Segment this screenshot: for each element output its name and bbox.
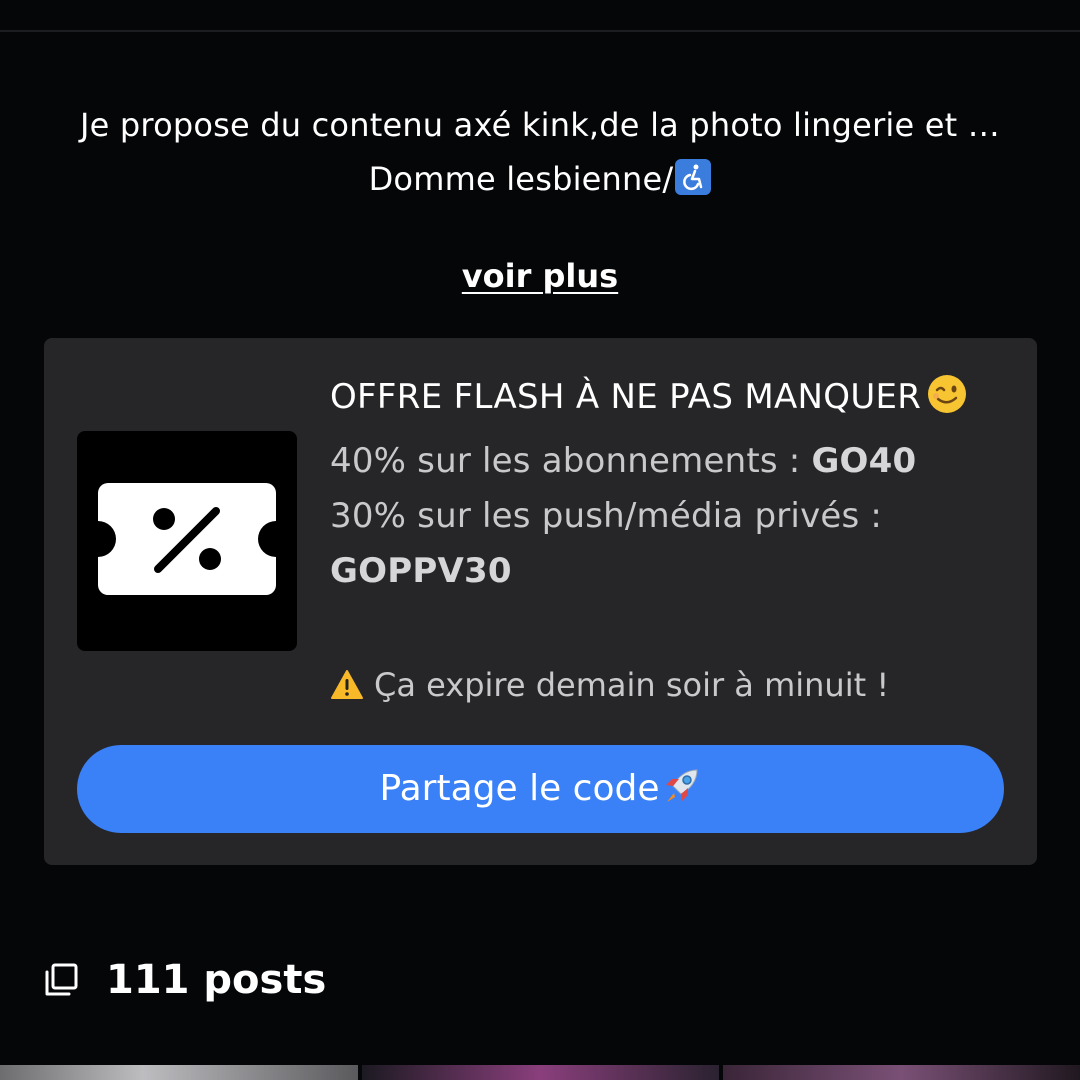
offer-1-text: 40% sur les abonnements : (330, 441, 812, 481)
winking-face-icon (927, 374, 967, 414)
bio-line-2: Domme lesbienne/ (20, 152, 1060, 206)
bio-line-2-text: Domme lesbienne/ (368, 160, 674, 198)
share-button-label: Partage le code (379, 768, 660, 809)
warning-text: Ça expire demain soir à minuit ! (374, 666, 890, 704)
share-code-button[interactable]: Partage le code (77, 745, 1004, 833)
profile-bio: Je propose du contenu axé kink,de la pho… (20, 98, 1060, 206)
top-divider (0, 30, 1080, 32)
promo-title-text: OFFRE FLASH À NE PAS MANQUER (330, 377, 922, 417)
posts-count: 111 posts (106, 957, 327, 1003)
posts-summary: 111 posts (44, 955, 326, 1005)
promo-title: OFFRE FLASH À NE PAS MANQUER (330, 372, 967, 422)
post-thumbnail[interactable] (362, 1065, 719, 1080)
profile-page: Je propose du contenu axé kink,de la pho… (0, 0, 1080, 1080)
offer-row-2-code: GOPPV30 (330, 544, 1010, 599)
promo-expiry-notice: Ça expire demain soir à minuit ! (330, 660, 889, 715)
rocket-icon (661, 751, 701, 839)
see-more-link[interactable]: voir plus (0, 254, 1080, 298)
promo-offers: 40% sur les abonnements : GO40 30% sur l… (330, 434, 1010, 599)
post-thumbnail[interactable] (723, 1065, 1080, 1080)
promo-card: OFFRE FLASH À NE PAS MANQUER 40% sur les… (44, 338, 1037, 865)
wheelchair-symbol-icon (675, 159, 712, 195)
offer-row-1: 40% sur les abonnements : GO40 (330, 434, 1010, 489)
discount-ticket-icon (77, 431, 297, 651)
promo-code-goppv30: GOPPV30 (330, 551, 512, 591)
offer-2-text: 30% sur les push/média privés : (330, 496, 883, 536)
bio-line-1: Je propose du contenu axé kink,de la pho… (80, 106, 1000, 144)
warning-icon (330, 665, 364, 715)
promo-code-go40: GO40 (811, 441, 917, 481)
post-thumbnail[interactable] (0, 1065, 358, 1080)
gallery-icon (45, 963, 78, 996)
